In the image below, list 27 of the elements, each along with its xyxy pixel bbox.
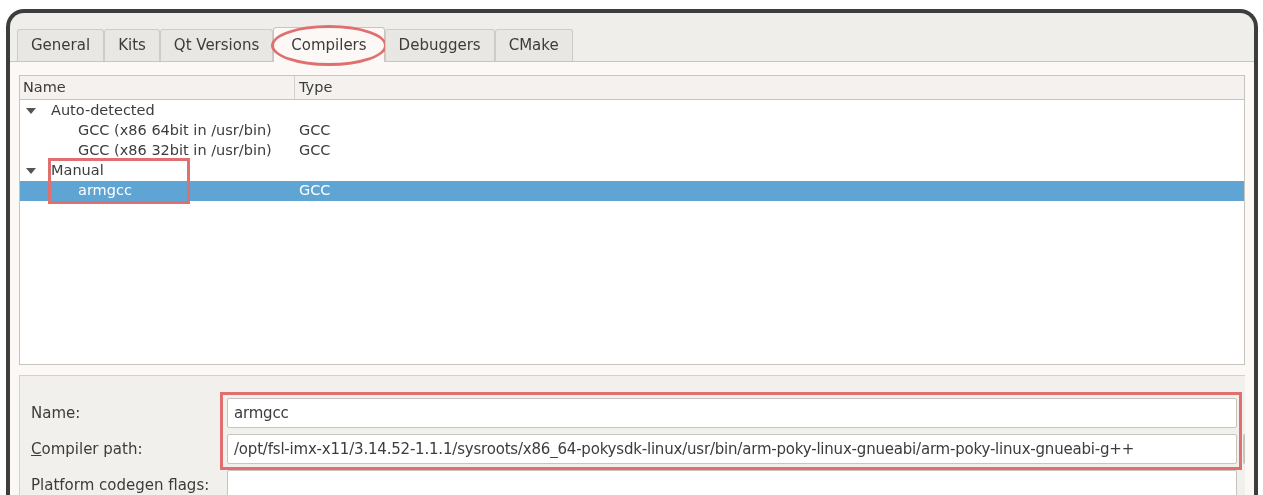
tab[interactable]: Debuggers — [384, 29, 495, 61]
tab[interactable]: Kits — [104, 29, 160, 61]
tree-item-type: GCC — [298, 141, 331, 161]
field-label: Name: — [30, 402, 82, 424]
tree-item-type: GCC — [298, 121, 331, 141]
tree-item-name: armgcc — [78, 181, 132, 201]
tree-item-name: GCC (x86 64bit in /usr/bin) — [78, 121, 272, 141]
tree-item-name: Auto-detected — [51, 101, 155, 121]
text-field[interactable] — [227, 470, 1237, 495]
field-label: Platform codegen flags: — [30, 474, 211, 495]
tree-row[interactable]: GCC (x86 64bit in /usr/bin) GCC — [20, 121, 1244, 141]
text-field[interactable]: /opt/fsl-imx-x11/3.14.52-1.1.1/sysroots/x86_64-pokysdk-linux/usr/bin/arm-poky-linux-gnueabi/arm-poky-linux-gnueabi-g++ — [227, 434, 1237, 464]
column-header[interactable]: Name — [20, 76, 295, 99]
tab[interactable]: CMake — [494, 29, 573, 61]
tree-item-type: GCC — [298, 181, 331, 201]
tree-row[interactable]: GCC (x86 32bit in /usr/bin) GCC — [20, 141, 1244, 161]
tree-item-name: Manual — [51, 161, 104, 181]
tab[interactable]: General — [17, 29, 105, 61]
tab[interactable]: Qt Versions — [159, 29, 274, 61]
tree-row[interactable]: Manual — [20, 161, 1244, 181]
expand-arrow-icon[interactable] — [26, 107, 36, 115]
tree-item-name: GCC (x86 32bit in /usr/bin) — [78, 141, 272, 161]
field-label: Compiler path: — [30, 438, 144, 460]
tree-row[interactable]: Auto-detected — [20, 101, 1244, 121]
text-field[interactable]: armgcc — [227, 398, 1237, 428]
column-header[interactable]: Type — [295, 76, 1244, 99]
expand-arrow-icon[interactable] — [26, 167, 36, 175]
